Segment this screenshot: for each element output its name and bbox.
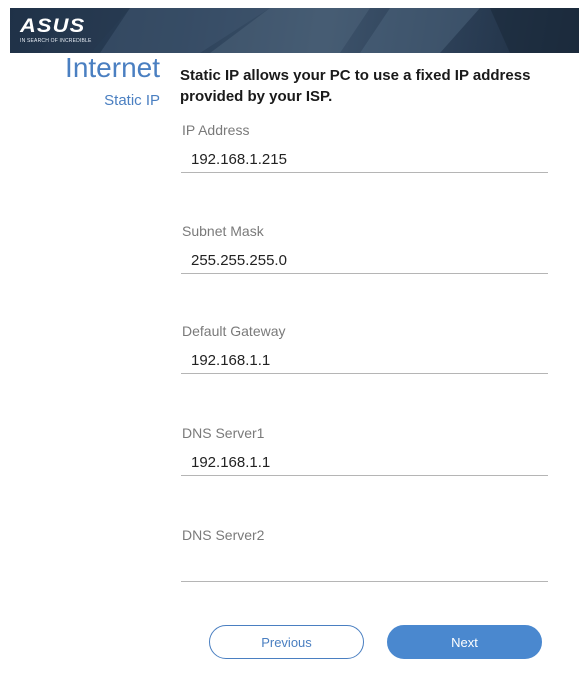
- previous-button[interactable]: Previous: [209, 625, 364, 659]
- page-subtitle: Static IP: [104, 92, 160, 109]
- default-gateway-field: Default Gateway: [181, 323, 548, 401]
- subnet-mask-input[interactable]: [181, 248, 548, 274]
- dns-server1-field: DNS Server1: [181, 425, 548, 503]
- asus-logo: ASUS IN SEARCH OF INCREDIBLE: [20, 17, 92, 45]
- dns-server2-label: DNS Server2: [182, 527, 265, 543]
- logo-wordmark: ASUS: [20, 16, 86, 37]
- subnet-mask-label: Subnet Mask: [182, 223, 264, 239]
- header-banner: ASUS IN SEARCH OF INCREDIBLE: [10, 8, 579, 53]
- ip-address-field: IP Address: [181, 122, 548, 200]
- dns-server1-label: DNS Server1: [182, 425, 265, 441]
- ip-address-input[interactable]: [181, 147, 548, 173]
- logo-tagline: IN SEARCH OF INCREDIBLE: [20, 38, 92, 44]
- default-gateway-input[interactable]: [181, 348, 548, 374]
- ip-address-label: IP Address: [182, 122, 250, 138]
- dns-server1-input[interactable]: [181, 450, 548, 476]
- page-title: Internet: [65, 52, 160, 83]
- dns-server2-field: DNS Server2: [181, 527, 548, 605]
- dns-server2-input[interactable]: [181, 556, 548, 582]
- next-button[interactable]: Next: [387, 625, 542, 659]
- description-text: Static IP allows your PC to use a fixed …: [180, 67, 531, 105]
- default-gateway-label: Default Gateway: [182, 323, 286, 339]
- subnet-mask-field: Subnet Mask: [181, 223, 548, 301]
